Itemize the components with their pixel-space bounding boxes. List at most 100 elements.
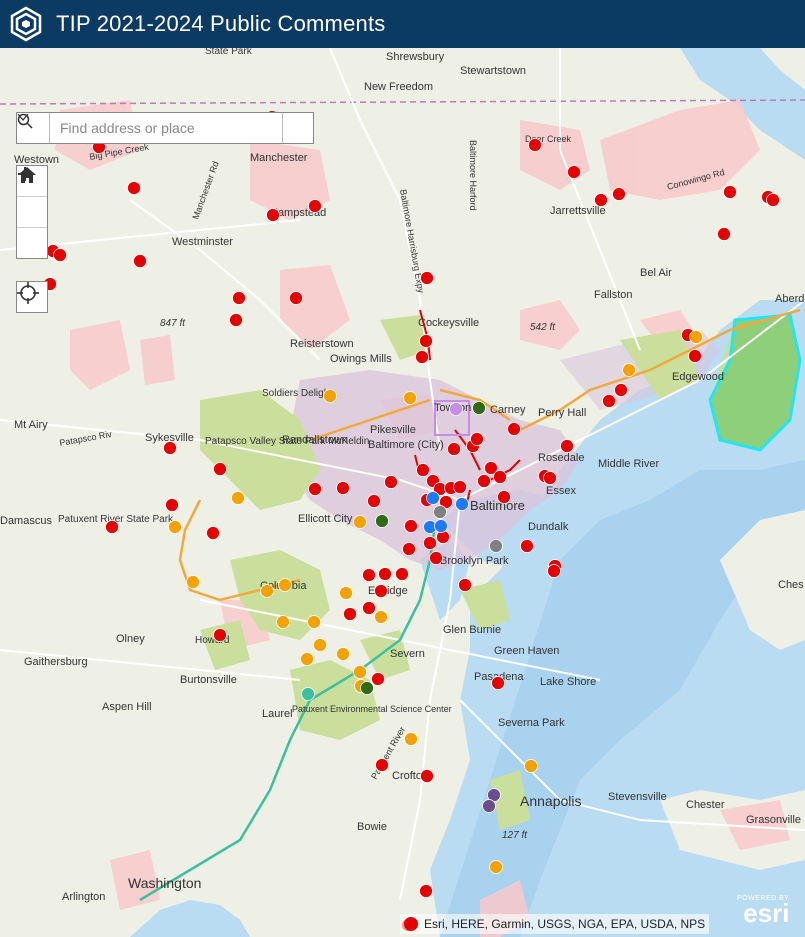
comment-marker[interactable] xyxy=(105,520,119,534)
comment-marker[interactable] xyxy=(493,470,507,484)
comment-marker[interactable] xyxy=(336,481,350,495)
comment-marker[interactable] xyxy=(416,463,430,477)
comment-marker[interactable] xyxy=(231,491,245,505)
comment-marker[interactable] xyxy=(717,227,731,241)
comment-marker[interactable] xyxy=(433,505,447,519)
comment-marker[interactable] xyxy=(547,564,561,578)
comment-marker[interactable] xyxy=(491,676,505,690)
comment-marker[interactable] xyxy=(429,551,443,565)
comment-marker[interactable] xyxy=(213,628,227,642)
comment-marker[interactable] xyxy=(472,401,486,415)
comment-marker[interactable] xyxy=(404,519,418,533)
comment-marker[interactable] xyxy=(420,271,434,285)
comment-marker[interactable] xyxy=(343,607,357,621)
comment-marker[interactable] xyxy=(543,471,557,485)
search-button[interactable] xyxy=(17,113,313,143)
comment-marker[interactable] xyxy=(276,615,290,629)
comment-marker[interactable] xyxy=(602,394,616,408)
comment-marker[interactable] xyxy=(402,542,416,556)
comment-marker[interactable] xyxy=(489,860,503,874)
comment-marker[interactable] xyxy=(378,567,392,581)
comment-marker[interactable] xyxy=(477,474,491,488)
comment-marker[interactable] xyxy=(375,514,389,528)
comment-marker[interactable] xyxy=(53,248,67,262)
map-view[interactable]: Shrewsbury Stewartstown New Freedom Stat… xyxy=(0,48,805,937)
comment-marker[interactable] xyxy=(206,526,220,540)
comment-marker[interactable] xyxy=(362,568,376,582)
locate-button[interactable] xyxy=(16,281,48,313)
comment-marker[interactable] xyxy=(353,515,367,529)
place-label: Westminster xyxy=(172,236,233,248)
comment-marker[interactable] xyxy=(313,638,327,652)
comment-marker[interactable] xyxy=(614,383,628,397)
comment-marker[interactable] xyxy=(395,567,409,581)
comment-marker[interactable] xyxy=(426,491,440,505)
comment-marker[interactable] xyxy=(419,884,433,898)
comment-marker[interactable] xyxy=(497,490,511,504)
comment-marker[interactable] xyxy=(260,584,274,598)
comment-marker[interactable] xyxy=(423,536,437,550)
comment-marker[interactable] xyxy=(528,138,542,152)
comment-marker[interactable] xyxy=(723,185,737,199)
comment-marker[interactable] xyxy=(458,578,472,592)
esri-logo[interactable]: POWERED BY esri xyxy=(737,895,789,927)
comment-marker[interactable] xyxy=(353,665,367,679)
comment-marker[interactable] xyxy=(567,165,581,179)
comment-marker[interactable] xyxy=(594,193,608,207)
comment-marker[interactable] xyxy=(168,520,182,534)
comment-marker[interactable] xyxy=(374,610,388,624)
comment-marker[interactable] xyxy=(232,291,246,305)
comment-marker[interactable] xyxy=(415,350,429,364)
comment-marker[interactable] xyxy=(336,647,350,661)
comment-marker[interactable] xyxy=(449,402,463,416)
comment-marker[interactable] xyxy=(766,193,780,207)
comment-marker[interactable] xyxy=(520,539,534,553)
comment-marker[interactable] xyxy=(186,575,200,589)
comment-marker[interactable] xyxy=(384,475,398,489)
comment-marker[interactable] xyxy=(307,615,321,629)
comment-marker[interactable] xyxy=(289,291,303,305)
comment-marker[interactable] xyxy=(622,363,636,377)
comment-marker[interactable] xyxy=(163,441,177,455)
comment-marker[interactable] xyxy=(213,462,227,476)
comment-marker[interactable] xyxy=(323,389,337,403)
comment-marker[interactable] xyxy=(489,539,503,553)
comment-marker[interactable] xyxy=(308,199,322,213)
search-input[interactable] xyxy=(50,113,282,143)
comment-marker[interactable] xyxy=(371,672,385,686)
comment-marker[interactable] xyxy=(133,254,147,268)
comment-marker[interactable] xyxy=(420,769,434,783)
comment-marker[interactable] xyxy=(455,497,469,511)
comment-marker[interactable] xyxy=(470,432,484,446)
comment-marker[interactable] xyxy=(367,494,381,508)
comment-marker[interactable] xyxy=(419,334,433,348)
comment-marker[interactable] xyxy=(229,313,243,327)
place-label: Bel Air xyxy=(640,267,672,279)
comment-marker[interactable] xyxy=(360,681,374,695)
home-button[interactable] xyxy=(17,167,47,228)
comment-marker[interactable] xyxy=(524,759,538,773)
comment-marker[interactable] xyxy=(374,584,388,598)
comment-marker[interactable] xyxy=(301,687,315,701)
comment-marker[interactable] xyxy=(689,330,703,344)
comment-marker[interactable] xyxy=(375,758,389,772)
comment-marker[interactable] xyxy=(403,391,417,405)
comment-marker[interactable] xyxy=(447,442,461,456)
comment-marker[interactable] xyxy=(434,519,448,533)
comment-marker[interactable] xyxy=(453,480,467,494)
comment-marker[interactable] xyxy=(560,439,574,453)
comment-marker[interactable] xyxy=(362,601,376,615)
comment-marker[interactable] xyxy=(612,187,626,201)
comment-marker[interactable] xyxy=(339,586,353,600)
comment-marker[interactable] xyxy=(300,652,314,666)
comment-marker[interactable] xyxy=(404,732,418,746)
comment-marker[interactable] xyxy=(278,578,292,592)
comment-marker[interactable] xyxy=(308,482,322,496)
comment-marker[interactable] xyxy=(165,498,179,512)
comment-marker[interactable] xyxy=(127,181,141,195)
comment-marker[interactable] xyxy=(507,422,521,436)
comment-marker[interactable] xyxy=(266,208,280,222)
zoom-out-button[interactable] xyxy=(17,173,47,258)
comment-marker[interactable] xyxy=(688,349,702,363)
comment-marker[interactable] xyxy=(482,799,496,813)
